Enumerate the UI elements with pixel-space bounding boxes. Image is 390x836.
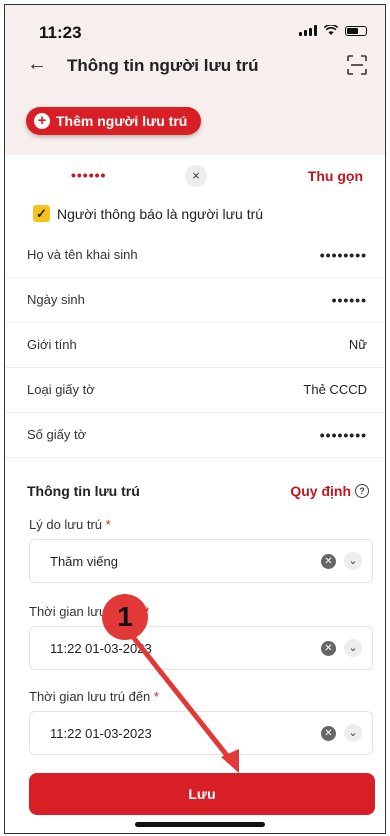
annotation-step-marker: 1	[102, 594, 148, 640]
stay-reason-value: Thăm viếng	[50, 554, 118, 569]
info-row-label: Loại giấy tờ	[27, 382, 95, 397]
cellular-signal-icon	[299, 25, 317, 36]
stay-from-select[interactable]: 11:22 01-03-2023 ✕ ⌄	[29, 626, 373, 670]
chevron-down-icon[interactable]: ⌄	[344, 724, 362, 742]
back-arrow-icon[interactable]: ←	[27, 53, 47, 76]
clear-icon[interactable]: ✕	[321, 726, 336, 741]
scan-icon[interactable]	[347, 55, 367, 75]
rules-link-label: Quy định	[290, 483, 351, 499]
status-bar: 11:23	[5, 5, 385, 45]
app-header: ← Thông tin người lưu trú	[5, 49, 385, 83]
resident-chip-value: ••••••	[71, 167, 107, 183]
clear-icon[interactable]: ✕	[321, 641, 336, 656]
info-row-value: Nữ	[348, 337, 367, 352]
info-row-label: Họ và tên khai sinh	[27, 247, 138, 262]
info-row-full-name: Họ và tên khai sinh ••••••••	[5, 233, 385, 278]
info-row-value: ••••••	[331, 292, 367, 308]
reporter-is-resident-checkbox[interactable]: ✓	[33, 205, 50, 222]
chevron-down-icon[interactable]: ⌄	[344, 639, 362, 657]
wifi-icon	[324, 25, 338, 35]
info-row-birth-date: Ngày sinh ••••••	[5, 278, 385, 323]
chevron-down-icon[interactable]: ⌄	[344, 552, 362, 570]
home-indicator	[135, 822, 265, 827]
info-row-value: ••••••••	[319, 247, 367, 263]
question-circle-icon: ?	[355, 484, 369, 498]
save-button[interactable]: Lưu	[29, 773, 375, 815]
info-row-value: ••••••••	[319, 427, 367, 443]
stay-from-value: 11:22 01-03-2023	[50, 641, 152, 656]
add-resident-button[interactable]: + Thêm người lưu trú	[26, 107, 202, 135]
rules-link[interactable]: Quy định ?	[290, 483, 369, 499]
clear-icon[interactable]: ✕	[321, 554, 336, 569]
info-row-value: Thẻ CCCD	[303, 382, 367, 397]
info-row-label: Ngày sinh	[27, 292, 85, 307]
stay-reason-select[interactable]: Thăm viếng ✕ ⌄	[29, 539, 373, 583]
stay-reason-label: Lý do lưu trú *	[29, 517, 111, 532]
phone-screen: 11:23 ← Thông tin người lưu trú + Thêm n…	[4, 4, 386, 834]
battery-icon	[345, 25, 367, 36]
info-row-document-type: Loại giấy tờ Thẻ CCCD	[5, 368, 385, 413]
stay-to-select[interactable]: 11:22 01-03-2023 ✕ ⌄	[29, 711, 373, 755]
info-row-label: Giới tính	[27, 337, 77, 352]
page-title: Thông tin người lưu trú	[67, 56, 259, 75]
info-row-label: Số giấy tờ	[27, 427, 87, 442]
remove-resident-close-icon[interactable]: ×	[185, 165, 207, 187]
info-row-gender: Giới tính Nữ	[5, 323, 385, 368]
status-time: 11:23	[39, 23, 82, 42]
plus-circle-icon: +	[34, 113, 50, 129]
checkbox-label: Người thông báo là người lưu trú	[57, 206, 264, 222]
status-icons	[299, 25, 367, 36]
info-row-document-number: Số giấy tờ ••••••••	[5, 413, 385, 458]
stay-to-label: Thời gian lưu trú đến *	[29, 689, 159, 704]
stay-section-title: Thông tin lưu trú	[27, 483, 140, 499]
collapse-link[interactable]: Thu gọn	[308, 168, 363, 184]
stay-to-value: 11:22 01-03-2023	[50, 726, 152, 741]
add-resident-label: Thêm người lưu trú	[56, 113, 188, 129]
